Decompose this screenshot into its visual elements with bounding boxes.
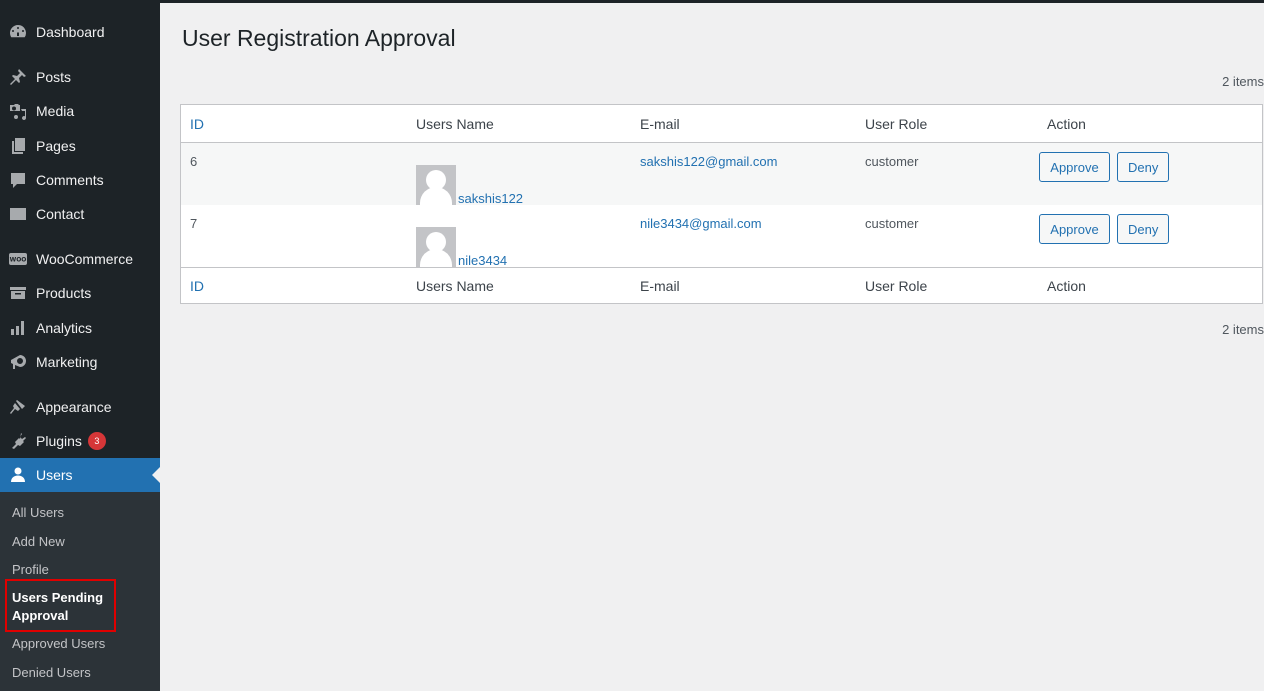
pages-icon — [0, 136, 36, 156]
submenu-add-new[interactable]: Add New — [12, 533, 65, 551]
column-header-action: Action — [1047, 115, 1086, 132]
email-link[interactable]: nile3434@gmail.com — [640, 216, 762, 231]
page-title: User Registration Approval — [182, 25, 456, 51]
sidebar-item-label: Pages — [36, 138, 76, 154]
items-count-top: 2 items — [1222, 74, 1264, 89]
sidebar-item-label: WooCommerce — [36, 251, 133, 267]
sidebar-item-label: Plugins — [36, 433, 82, 449]
sidebar-item-label: Analytics — [36, 320, 93, 336]
sidebar-item-marketing[interactable]: Marketing — [0, 345, 160, 379]
action-cell: Approve Deny — [1038, 143, 1262, 205]
column-header-users-name: Users Name — [416, 115, 494, 132]
dashboard-icon — [0, 22, 36, 42]
submenu-denied-users[interactable]: Denied Users — [12, 664, 91, 682]
column-footer-user-role: User Role — [865, 277, 928, 294]
table-header-row: ID Users Name E-mail User Role Action — [181, 105, 1262, 143]
pending-users-table: ID Users Name E-mail User Role Action 6 … — [180, 104, 1263, 304]
admin-sidebar: Dashboard Posts Media Pages Comments Con… — [0, 0, 160, 691]
action-cell: Approve Deny — [1038, 205, 1262, 267]
column-footer-email: E-mail — [640, 277, 680, 294]
envelope-icon — [0, 204, 36, 224]
sidebar-item-users[interactable]: Users — [0, 458, 160, 492]
column-footer-action: Action — [1047, 277, 1086, 294]
pin-icon — [0, 67, 36, 87]
column-footer-id[interactable]: ID — [181, 278, 407, 294]
plugins-update-badge: 3 — [87, 432, 106, 450]
table-row: 6 sakshis122 sakshis122@gmail.com custom… — [181, 143, 1262, 205]
sidebar-item-label: Contact — [36, 206, 85, 222]
sidebar-item-comments[interactable]: Comments — [0, 163, 160, 197]
svg-text:WOO: WOO — [10, 257, 27, 264]
column-footer-users-name: Users Name — [416, 277, 494, 294]
user-name-cell: nile3434 — [407, 205, 631, 267]
table-footer-row: ID Users Name E-mail User Role Action — [181, 267, 1262, 303]
approve-button[interactable]: Approve — [1039, 214, 1110, 244]
sidebar-item-contact[interactable]: Contact — [0, 197, 160, 231]
column-header-user-role: User Role — [865, 115, 928, 132]
media-icon — [0, 101, 36, 121]
email-cell: nile3434@gmail.com — [631, 205, 856, 267]
user-icon — [0, 465, 36, 485]
sidebar-item-label: Marketing — [36, 354, 98, 370]
avatar — [416, 165, 456, 205]
user-id: 6 — [190, 154, 198, 169]
sidebar-item-label: Comments — [36, 172, 104, 188]
username-link[interactable]: nile3434 — [458, 254, 507, 267]
sidebar-item-woocommerce[interactable]: WOO WooCommerce — [0, 242, 160, 276]
sidebar-item-dashboard[interactable]: Dashboard — [0, 15, 160, 49]
approve-button[interactable]: Approve — [1039, 152, 1110, 182]
sidebar-item-label: Users — [36, 467, 73, 483]
user-role: customer — [865, 154, 919, 169]
sidebar-item-label: Appearance — [36, 399, 112, 415]
sidebar-item-pages[interactable]: Pages — [0, 129, 160, 163]
submenu-all-users[interactable]: All Users — [12, 504, 64, 522]
submenu-approved-users[interactable]: Approved Users — [12, 635, 105, 653]
deny-button[interactable]: Deny — [1117, 152, 1169, 182]
email-cell: sakshis122@gmail.com — [631, 143, 856, 205]
archive-icon — [0, 283, 36, 303]
sidebar-item-posts[interactable]: Posts — [0, 60, 160, 94]
main-content: User Registration Approval 2 items ID Us… — [160, 3, 1264, 691]
sidebar-item-label: Media — [36, 103, 75, 119]
user-id: 7 — [190, 216, 198, 231]
deny-button[interactable]: Deny — [1117, 214, 1169, 244]
bar-chart-icon — [0, 318, 36, 338]
email-link[interactable]: sakshis122@gmail.com — [640, 154, 777, 169]
paintbrush-icon — [0, 397, 36, 417]
sidebar-item-label: Dashboard — [36, 24, 105, 40]
table-row: 7 nile3434 nile3434@gmail.com customer A… — [181, 205, 1262, 267]
comment-icon — [0, 170, 36, 190]
woo-icon: WOO — [0, 249, 36, 269]
plug-icon — [0, 431, 36, 451]
sidebar-item-plugins[interactable]: Plugins 3 — [0, 424, 160, 458]
sidebar-item-label: Posts — [36, 69, 72, 85]
user-name-cell: sakshis122 — [407, 143, 631, 205]
column-header-email: E-mail — [640, 115, 680, 132]
user-role: customer — [865, 216, 919, 231]
submenu-profile[interactable]: Profile — [12, 561, 49, 579]
sidebar-item-appearance[interactable]: Appearance — [0, 390, 160, 424]
items-count-bottom: 2 items — [1222, 322, 1264, 337]
username-link[interactable]: sakshis122 — [458, 192, 523, 205]
avatar — [416, 227, 456, 267]
sidebar-item-analytics[interactable]: Analytics — [0, 311, 160, 345]
sidebar-item-products[interactable]: Products — [0, 276, 160, 310]
sidebar-item-media[interactable]: Media — [0, 94, 160, 128]
sidebar-item-label: Products — [36, 285, 92, 301]
megaphone-icon — [0, 352, 36, 372]
column-header-id[interactable]: ID — [181, 116, 407, 132]
highlight-annotation-box — [5, 579, 116, 632]
